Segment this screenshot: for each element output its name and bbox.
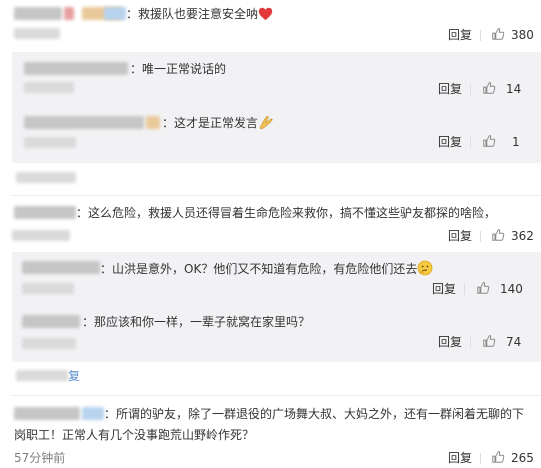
more-replies-link[interactable]: 复 xyxy=(68,368,80,384)
thumbs-up-icon[interactable] xyxy=(482,334,496,348)
divider xyxy=(470,337,471,348)
timestamp xyxy=(24,82,74,93)
reply-button[interactable]: 回复 xyxy=(438,81,462,97)
divider xyxy=(470,137,471,148)
user-badge-icon xyxy=(64,7,74,20)
more-replies-blur xyxy=(16,370,68,381)
username-link[interactable] xyxy=(14,206,76,219)
user-badge-icon xyxy=(82,407,104,420)
timestamp: 57分钟前 xyxy=(14,451,66,465)
divider xyxy=(464,284,465,295)
thumbs-up-icon[interactable] xyxy=(491,27,505,41)
like-count: 265 xyxy=(511,451,534,465)
like-count: 14 xyxy=(506,82,522,96)
like-count: 380 xyxy=(511,28,534,42)
divider xyxy=(12,395,541,396)
reply-button[interactable]: 回复 xyxy=(432,281,456,297)
comment-text: ：救援队也要注意安全呐 xyxy=(126,6,273,25)
reply-text: ：那应该和你一样，一辈子就窝在家里吗？ xyxy=(82,315,311,329)
divider xyxy=(480,453,481,464)
username-link[interactable] xyxy=(22,315,80,328)
comment-text: ：这么危险，救援人员还得冒着生命危险来救你，搞不懂这些驴友都探的啥险， xyxy=(76,206,497,220)
reply-text: ：山洪是意外，OK？他们又不知道有危险，有危险他们还去 xyxy=(100,260,433,280)
like-count: 1 xyxy=(512,135,520,149)
like-count: 140 xyxy=(500,282,523,296)
reply-button[interactable]: 回复 xyxy=(438,134,462,150)
thinking-face-emoji-icon xyxy=(417,260,433,280)
thumbs-up-icon[interactable] xyxy=(491,450,505,464)
thumbs-up-icon[interactable] xyxy=(482,134,496,148)
thumbs-up-icon[interactable] xyxy=(482,81,496,95)
username-link[interactable] xyxy=(24,116,144,129)
divider xyxy=(480,231,481,242)
timestamp xyxy=(24,137,76,148)
like-count: 74 xyxy=(506,335,522,349)
timestamp xyxy=(22,338,76,349)
reply-button[interactable]: 回复 xyxy=(438,334,462,350)
username-link[interactable] xyxy=(14,407,80,420)
timestamp xyxy=(12,230,70,241)
reply-text: ：唯一正常说话的 xyxy=(130,62,227,76)
username-link[interactable] xyxy=(14,7,62,20)
reply-button[interactable]: 回复 xyxy=(448,450,472,466)
reply-text: ：这才是正常发言 xyxy=(162,115,274,134)
username-link[interactable] xyxy=(22,261,100,274)
pray-hands-emoji-icon xyxy=(258,115,274,134)
timestamp xyxy=(14,28,60,39)
comment-text: 岗职工！正常人有几个没事跑荒山野岭作死？ xyxy=(14,428,255,442)
divider xyxy=(470,84,471,95)
more-replies-link[interactable] xyxy=(16,172,76,183)
thumbs-up-icon[interactable] xyxy=(491,228,505,242)
timestamp xyxy=(22,283,74,294)
reply-button[interactable]: 回复 xyxy=(448,228,472,244)
divider xyxy=(480,30,481,41)
like-count: 362 xyxy=(511,229,534,243)
user-badge-icon xyxy=(104,7,126,20)
user-badge-icon xyxy=(146,116,160,129)
divider xyxy=(12,195,541,196)
heart-emoji-icon xyxy=(258,7,273,25)
reply-button[interactable]: 回复 xyxy=(448,27,472,43)
username-link[interactable] xyxy=(24,62,128,75)
thumbs-up-icon[interactable] xyxy=(476,281,490,295)
comment-text: ：所谓的驴友，除了一群退役的广场舞大叔、大妈之外，还有一群闲着无聊的下 xyxy=(104,407,525,421)
